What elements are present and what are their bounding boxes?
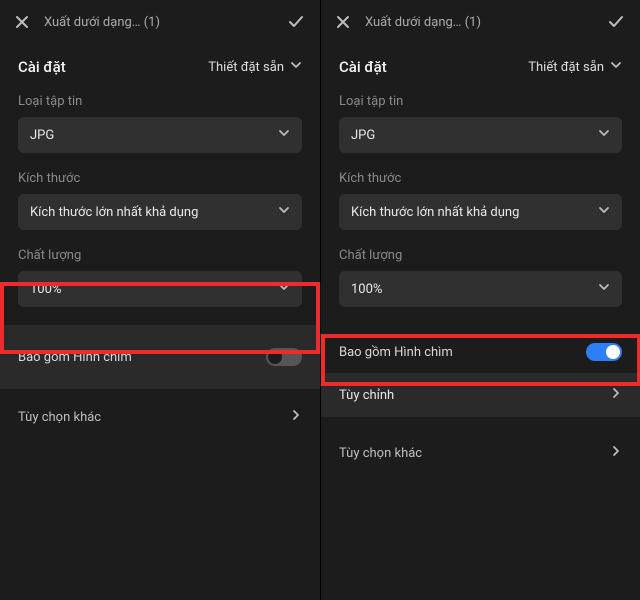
chevron-right-icon — [610, 387, 622, 403]
file-type-select[interactable]: JPG — [339, 117, 622, 153]
preset-dropdown[interactable]: Thiết đặt sẵn — [208, 59, 302, 75]
file-type-value: JPG — [351, 128, 375, 143]
preset-dropdown[interactable]: Thiết đặt sẵn — [528, 59, 622, 75]
panel-left: Xuất dưới dạng… (1) Cài đặt Thiết đặt sẵ… — [0, 0, 320, 600]
chevron-right-icon — [610, 445, 622, 461]
quality-value: 100% — [351, 282, 382, 297]
header: Xuất dưới dạng… (1) — [0, 0, 320, 44]
chevron-down-icon — [598, 204, 610, 220]
watermark-row: Bao gồm Hình chìm — [321, 325, 640, 373]
header-title: Xuất dưới dạng… (1) — [365, 15, 606, 30]
watermark-toggle[interactable] — [586, 343, 622, 361]
chevron-down-icon — [290, 59, 302, 75]
chevron-down-icon — [278, 127, 290, 143]
confirm-icon[interactable] — [606, 12, 626, 32]
watermark-label: Bao gồm Hình chìm — [339, 345, 453, 360]
header-title: Xuất dưới dạng… (1) — [44, 15, 286, 30]
chevron-down-icon — [598, 127, 610, 143]
size-select[interactable]: Kích thước lớn nhất khả dụng — [18, 194, 302, 230]
watermark-label: Bao gồm Hình chìm — [18, 350, 132, 365]
chevron-down-icon — [610, 59, 622, 75]
panel-right: Xuất dưới dạng… (1) Cài đặt Thiết đặt sẵ… — [320, 0, 640, 600]
quality-label: Chất lượng — [339, 248, 622, 263]
size-select[interactable]: Kích thước lớn nhất khả dụng — [339, 194, 622, 230]
more-options-row[interactable]: Tùy chọn khác — [0, 395, 320, 439]
settings-heading: Cài đặt — [18, 58, 66, 76]
chevron-down-icon — [278, 204, 290, 220]
file-type-label: Loại tập tin — [18, 94, 302, 109]
more-options-label: Tùy chọn khác — [18, 410, 101, 425]
settings-heading: Cài đặt — [339, 58, 387, 76]
watermark-toggle[interactable] — [266, 348, 302, 366]
header: Xuất dưới dạng… (1) — [321, 0, 640, 44]
confirm-icon[interactable] — [286, 12, 306, 32]
watermark-row: Bao gồm Hình chìm — [0, 325, 320, 389]
more-options-label: Tùy chọn khác — [339, 446, 422, 461]
customize-row[interactable]: Tùy chỉnh — [321, 373, 640, 417]
file-type-value: JPG — [30, 128, 54, 143]
size-value: Kích thước lớn nhất khả dụng — [351, 205, 519, 220]
preset-label: Thiết đặt sẵn — [528, 60, 604, 75]
file-type-select[interactable]: JPG — [18, 117, 302, 153]
customize-label: Tùy chỉnh — [339, 388, 394, 403]
more-options-row[interactable]: Tùy chọn khác — [321, 431, 640, 475]
chevron-right-icon — [290, 409, 302, 425]
chevron-down-icon — [278, 281, 290, 297]
quality-value: 100% — [30, 282, 61, 297]
size-value: Kích thước lớn nhất khả dụng — [30, 205, 198, 220]
quality-label: Chất lượng — [18, 248, 302, 263]
close-icon[interactable] — [335, 14, 351, 30]
chevron-down-icon — [598, 281, 610, 297]
size-label: Kích thước — [18, 171, 302, 186]
quality-select[interactable]: 100% — [18, 271, 302, 307]
quality-select[interactable]: 100% — [339, 271, 622, 307]
close-icon[interactable] — [14, 14, 30, 30]
preset-label: Thiết đặt sẵn — [208, 60, 284, 75]
size-label: Kích thước — [339, 171, 622, 186]
file-type-label: Loại tập tin — [339, 94, 622, 109]
